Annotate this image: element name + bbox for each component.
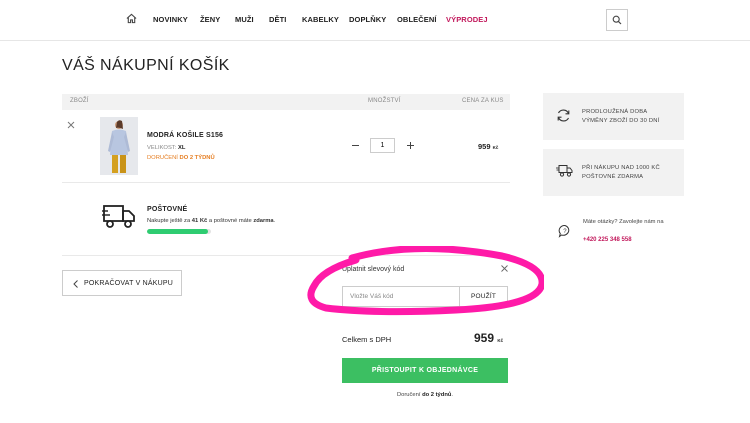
nav-item-novinky[interactable]: NOVINKY [153,15,188,24]
help-chat-icon: ? [558,224,570,238]
header-unit-price: CENA ZA KUS [462,98,504,104]
truck-icon [102,205,135,228]
shipping-progress-fill [147,229,209,234]
product-size: VELIKOST: XL [147,145,186,151]
highlight-annotation [307,246,544,316]
return-policy-line1: PRODLOUŽENÁ DOBA [582,109,648,115]
home-icon[interactable] [126,13,137,24]
header-product: ZBOŽÍ [70,98,89,104]
cart-table-header: ZBOŽÍ MNOŽSTVÍ CENA ZA KUS [62,94,510,110]
row-divider [62,182,510,183]
shipping-title: POŠTOVNÉ [147,206,188,213]
truck-icon [556,165,573,177]
free-shipping-line2: POŠTOVNÉ ZDARMA [582,174,644,180]
return-policy-line2: VÝMĚNY ZBOŽÍ DO 30 DNÍ [582,118,660,124]
nav-item-deti[interactable]: DĚTI [269,15,286,24]
nav-item-zeny[interactable]: ŽENY [200,15,220,24]
remove-item-icon[interactable] [66,120,76,130]
nav-item-doplnky[interactable]: DOPLŇKY [349,15,386,24]
nav-item-kabelky[interactable]: KABELKY [302,15,339,24]
product-image[interactable] [100,117,138,175]
continue-shopping-label: POKRAČOVAT V NÁKUPU [84,280,173,287]
refresh-icon [557,109,570,122]
quantity-minus-button[interactable] [350,140,361,151]
nav-item-vyprodej[interactable]: VÝPRODEJ [446,15,488,24]
page-title: VÁŠ NÁKUPNÍ KOŠÍK [62,57,230,74]
shipping-info: Nakupte ještě za 41 Kč a poštovné máte z… [147,218,276,224]
header-quantity: MNOŽSTVÍ [368,98,401,104]
quantity-input[interactable] [370,138,395,153]
top-navigation: NOVINKY ŽENY MUŽI DĚTI KABELKY DOPLŇKY O… [0,0,750,41]
nav-item-muzi[interactable]: MUŽI [235,15,254,24]
continue-shopping-button[interactable]: POKRAČOVAT V NÁKUPU [62,270,182,296]
total-label: Celkem s DPH [342,335,392,344]
quantity-plus-button[interactable] [405,140,416,151]
item-price: 959 Kč [478,142,499,151]
help-phone-link[interactable]: +420 225 348 558 [583,237,632,243]
search-icon [612,15,622,25]
chevron-left-icon [73,280,78,288]
free-shipping-box: PŘI NÁKUPU NAD 1000 KČ POŠTOVNÉ ZDARMA [543,149,684,196]
help-text: Máte otázky? Zavolejte nám na [583,219,664,225]
product-name[interactable]: MODRÁ KOŠILE S156 [147,132,223,139]
return-policy-box: PRODLOUŽENÁ DOBA VÝMĚNY ZBOŽÍ DO 30 DNÍ [543,93,684,140]
free-shipping-line1: PŘI NÁKUPU NAD 1000 KČ [582,165,660,171]
total-price: 959 Kč [474,331,504,345]
nav-item-obleceni[interactable]: OBLEČENÍ [397,15,437,24]
search-button[interactable] [606,9,628,31]
shipping-progress-bar [147,229,211,234]
product-delivery: DORUČENÍ DO 2 TÝDNŮ [147,155,215,161]
delivery-note: Doručení do 2 týdnů. [396,392,454,398]
checkout-button[interactable]: PŘISTOUPIT K OBJEDNÁVCE [342,358,508,383]
